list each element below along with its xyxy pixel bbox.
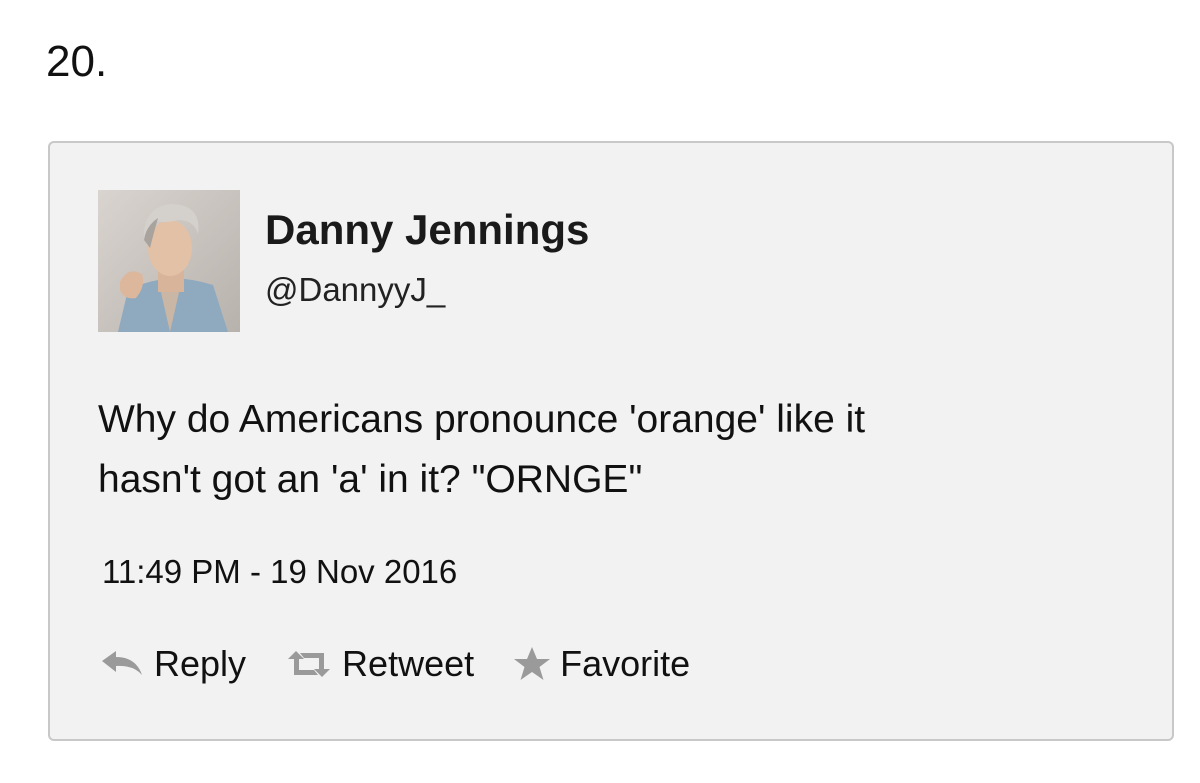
author-handle[interactable]: @DannyyJ_: [265, 270, 445, 310]
avatar[interactable]: [98, 190, 240, 332]
reply-button[interactable]: Reply: [100, 642, 246, 686]
retweet-label: Retweet: [342, 643, 475, 684]
reply-arrow-icon: [100, 649, 146, 679]
retweet-icon: [284, 649, 334, 679]
tweet-actions: Reply Retweet Favorite: [100, 639, 728, 689]
star-icon: [512, 646, 552, 682]
tweet-card: Danny Jennings @DannyyJ_ Why do American…: [48, 141, 1174, 741]
list-number: 20.: [46, 37, 108, 86]
favorite-button[interactable]: Favorite: [512, 642, 690, 686]
tweet-text-line: hasn't got an 'a' in it? "ORNGE": [98, 458, 643, 501]
tweet-text: Why do Americans pronounce 'orange' like…: [98, 390, 1118, 510]
reply-label: Reply: [154, 643, 247, 684]
retweet-button[interactable]: Retweet: [284, 642, 474, 686]
tweet-text-line: Why do Americans pronounce 'orange' like…: [98, 398, 866, 441]
favorite-label: Favorite: [560, 643, 691, 684]
tweet-timestamp[interactable]: 11:49 PM - 19 Nov 2016: [102, 552, 457, 592]
author-display-name[interactable]: Danny Jennings: [265, 205, 589, 255]
avatar-photo: [98, 190, 240, 332]
